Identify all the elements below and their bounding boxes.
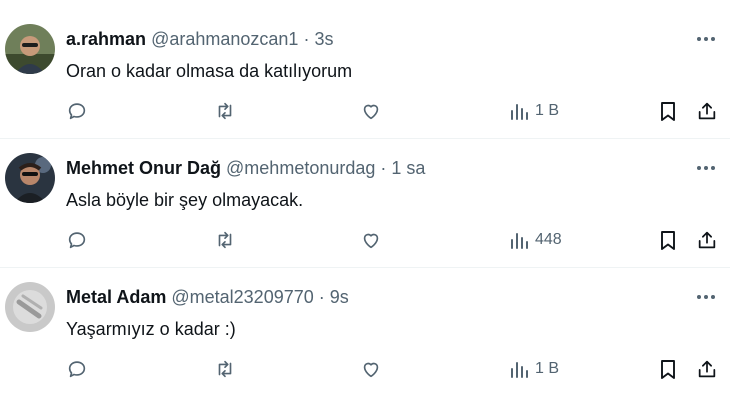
reply-button[interactable] xyxy=(66,227,88,253)
retweet-icon xyxy=(218,231,232,249)
tweet-text: Yaşarmıyız o kadar :) xyxy=(66,319,236,339)
retweet-button[interactable] xyxy=(214,227,236,253)
tweet-actions: 1 B xyxy=(0,356,730,382)
bookmark-button[interactable] xyxy=(658,227,678,253)
reply-feed: a.rahman @arahmanozcan1 · 3s Oran o kada… xyxy=(0,0,730,420)
display-name[interactable]: Metal Adam xyxy=(66,287,166,307)
tweet-header: Mehmet Onur Dağ @mehmetonurdag · 1 sa xyxy=(66,157,680,179)
retweet-button[interactable] xyxy=(214,98,236,124)
share-icon xyxy=(698,231,716,249)
views-icon xyxy=(511,233,528,249)
views-count: 448 xyxy=(535,231,562,248)
user-handle[interactable]: @mehmetonurdag xyxy=(226,158,375,178)
reply-icon xyxy=(68,103,86,120)
like-button[interactable] xyxy=(360,356,382,382)
tweet-actions: 1 B xyxy=(0,98,730,124)
views-icon xyxy=(511,104,528,120)
bookmark-button[interactable] xyxy=(658,356,678,382)
retweet-button[interactable] xyxy=(214,356,236,382)
share-button[interactable] xyxy=(696,227,718,253)
like-icon xyxy=(363,233,379,249)
share-button[interactable] xyxy=(696,356,718,382)
views-count: 1 B xyxy=(535,360,560,377)
tweet-text: Oran o kadar olmasa da katılıyorum xyxy=(66,61,353,81)
tweet-header: a.rahman @arahmanozcan1 · 3s xyxy=(66,28,680,50)
timestamp[interactable]: 3s xyxy=(314,29,333,49)
avatar[interactable] xyxy=(5,282,55,332)
tweet[interactable]: Mehmet Onur Dağ @mehmetonurdag · 1 sa As… xyxy=(0,138,730,267)
timestamp[interactable]: 1 sa xyxy=(391,158,425,178)
timestamp[interactable]: 9s xyxy=(330,287,349,307)
separator: · xyxy=(380,158,387,178)
more-icon[interactable] xyxy=(696,161,716,175)
user-handle[interactable]: @arahmanozcan1 xyxy=(151,29,298,49)
bookmark-icon xyxy=(661,360,675,379)
tweet[interactable]: Metal Adam @metal23209770 · 9s Yaşarmıyı… xyxy=(0,267,730,396)
share-icon xyxy=(698,360,716,378)
bookmark-button[interactable] xyxy=(658,98,678,124)
avatar[interactable] xyxy=(5,24,55,74)
avatar[interactable] xyxy=(5,153,55,203)
separator: · xyxy=(303,29,310,49)
tweet-actions: 448 xyxy=(0,227,730,253)
share-icon xyxy=(698,102,716,120)
views-icon xyxy=(511,362,528,378)
bookmark-icon xyxy=(661,231,675,250)
retweet-icon xyxy=(218,102,232,120)
like-icon xyxy=(363,362,379,378)
retweet-icon xyxy=(218,360,232,378)
reply-button[interactable] xyxy=(66,356,88,382)
views-button[interactable]: 1 B xyxy=(509,98,559,124)
display-name[interactable]: a.rahman xyxy=(66,29,146,49)
more-icon[interactable] xyxy=(696,32,716,46)
tweet-header: Metal Adam @metal23209770 · 9s xyxy=(66,286,680,308)
like-button[interactable] xyxy=(360,98,382,124)
views-button[interactable]: 448 xyxy=(509,227,562,253)
user-photo-avatar-icon xyxy=(5,153,55,203)
share-button[interactable] xyxy=(696,98,718,124)
reply-button[interactable] xyxy=(66,98,88,124)
reply-icon xyxy=(68,361,86,378)
user-photo-avatar-icon xyxy=(5,24,55,74)
separator: · xyxy=(318,287,325,307)
tweet-text: Asla böyle bir şey olmayacak. xyxy=(66,190,304,210)
bookmark-icon xyxy=(661,102,675,121)
tweet[interactable]: a.rahman @arahmanozcan1 · 3s Oran o kada… xyxy=(0,10,730,138)
more-icon[interactable] xyxy=(696,290,716,304)
views-count: 1 B xyxy=(535,102,560,119)
views-button[interactable]: 1 B xyxy=(509,356,559,382)
user-handle[interactable]: @metal23209770 xyxy=(171,287,313,307)
display-name[interactable]: Mehmet Onur Dağ xyxy=(66,158,221,178)
gray-object-avatar-icon xyxy=(5,282,55,332)
like-icon xyxy=(363,104,379,120)
like-button[interactable] xyxy=(360,227,382,253)
reply-icon xyxy=(68,232,86,249)
